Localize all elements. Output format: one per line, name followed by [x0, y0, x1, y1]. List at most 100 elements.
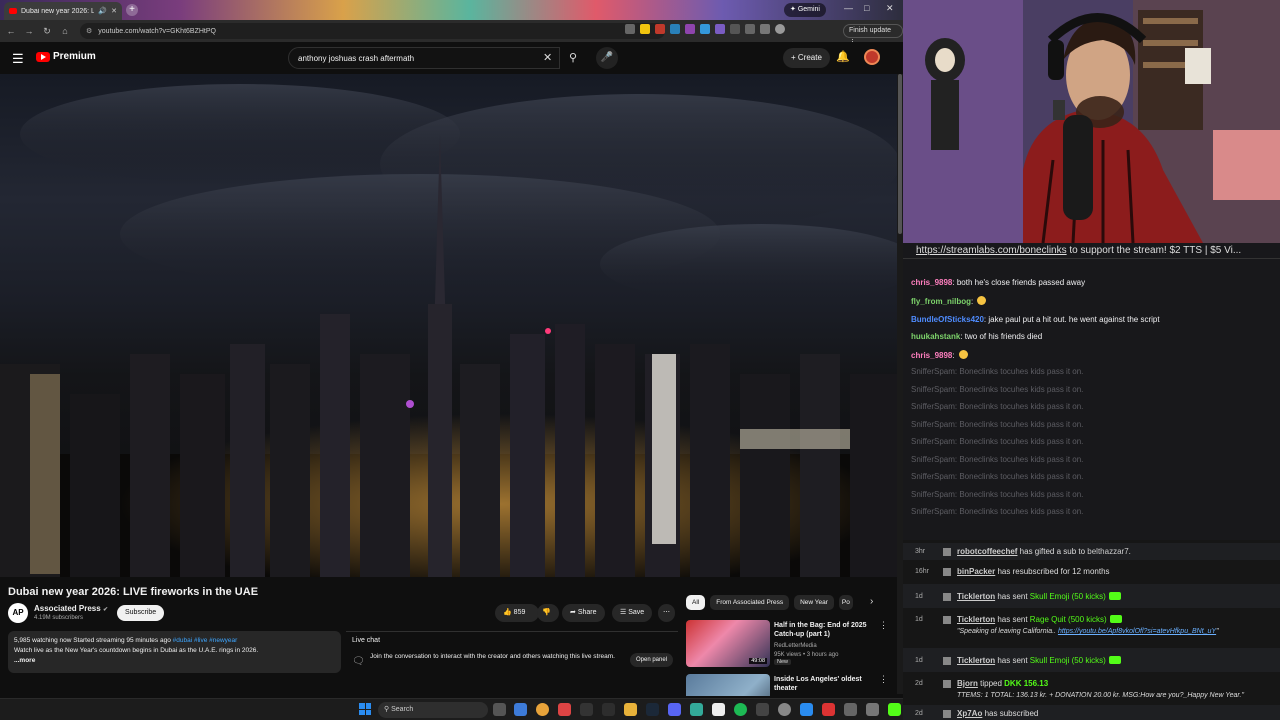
minimize-icon[interactable]: — [844, 3, 853, 13]
extension-icon[interactable] [715, 24, 725, 34]
account-avatar[interactable] [864, 49, 880, 65]
finish-update-button[interactable]: Finish update ⋮ [843, 24, 903, 46]
search-input[interactable] [298, 53, 538, 63]
extension-icon[interactable] [655, 24, 665, 34]
recommendation-item[interactable]: Inside Los Angeles' oldest theater ⋮ [686, 674, 891, 696]
microphone-icon[interactable]: 🎤 [596, 47, 618, 69]
forward-icon[interactable]: → [20, 26, 38, 36]
feed-username[interactable]: robotcoffeechef [957, 547, 1017, 556]
tab-close-icon[interactable]: ✕ [111, 7, 117, 15]
dislike-button[interactable]: 👎 [537, 604, 559, 622]
app-icon[interactable] [866, 703, 879, 716]
extension-icon[interactable] [685, 24, 695, 34]
feed-username[interactable]: Ticklerton [957, 592, 995, 601]
extension-icon[interactable] [700, 24, 710, 34]
terminal-icon[interactable] [602, 703, 615, 716]
open-panel-button[interactable]: Open panel [630, 653, 674, 667]
chat-username[interactable]: huukahstank [911, 332, 960, 341]
puzzle-icon[interactable] [730, 24, 740, 34]
steam-icon[interactable] [646, 703, 659, 716]
chat-username[interactable]: SnifferSpam [911, 507, 955, 516]
feed-username[interactable]: Ticklerton [957, 656, 995, 665]
recommendation-title[interactable]: Inside Los Angeles' oldest theater [774, 675, 874, 693]
share-button[interactable]: ➦ Share [562, 604, 605, 622]
app-icon[interactable] [756, 703, 769, 716]
start-icon[interactable] [359, 703, 371, 715]
feed-username[interactable]: Ticklerton [957, 615, 995, 624]
channel-avatar[interactable]: AP [8, 603, 28, 623]
recommendation-item[interactable]: 49:08 Half in the Bag: End of 2025 Catch… [686, 620, 891, 670]
more-actions-button[interactable]: ⋯ [658, 604, 675, 622]
obs-icon[interactable] [580, 703, 593, 716]
spotify-icon[interactable] [734, 703, 747, 716]
star-icon[interactable] [640, 24, 650, 34]
chat-username[interactable]: BundleOfSticks420 [911, 315, 984, 324]
description-box[interactable]: 5,985 watching now Started streaming 95 … [8, 631, 341, 673]
download-icon[interactable] [745, 24, 755, 34]
notifications-bell-icon[interactable]: 🔔 [836, 50, 850, 63]
more-vert-icon[interactable]: ⋮ [879, 620, 888, 631]
browser-tab[interactable]: Dubai new year 2026: LIVE 🔊 ✕ [4, 2, 122, 20]
chip-from-associated-press[interactable]: From Associated Press [710, 595, 790, 610]
chrome-icon[interactable] [536, 703, 549, 716]
clear-search-icon[interactable]: ✕ [543, 51, 552, 64]
like-button[interactable]: 👍 859 [495, 604, 539, 622]
app-icon[interactable] [844, 703, 857, 716]
taskbar-search[interactable]: ⚲ Search [378, 702, 488, 718]
back-icon[interactable]: ← [2, 26, 20, 36]
create-button[interactable]: + Create [783, 48, 830, 68]
chip-new-year[interactable]: New Year [794, 595, 834, 610]
kick-icon[interactable] [888, 703, 901, 716]
chip-partial[interactable]: Po [838, 595, 853, 610]
chip-all[interactable]: All [686, 595, 706, 610]
menu-icon[interactable]: ☰ [12, 51, 24, 67]
app-icon[interactable] [690, 703, 703, 716]
extension-icon[interactable] [625, 24, 635, 34]
speaker-icon[interactable]: 🔊 [98, 7, 107, 15]
maximize-icon[interactable]: □ [864, 3, 869, 13]
task-view-icon[interactable] [493, 703, 506, 716]
feed-username[interactable]: binPacker [957, 567, 995, 576]
chat-username[interactable]: SnifferSpam [911, 420, 955, 429]
url-field[interactable]: ⚙ youtube.com/watch?v=GKht6BZHtPQ [80, 23, 665, 39]
folder-icon[interactable] [624, 703, 637, 716]
subscribe-button[interactable]: Subscribe [117, 605, 165, 621]
chat-username[interactable]: SnifferSpam [911, 367, 955, 376]
desc-tags[interactable]: #dubai #live #newyear [173, 637, 238, 644]
app-icon[interactable] [822, 703, 835, 716]
discord-icon[interactable] [668, 703, 681, 716]
chat-username[interactable]: SnifferSpam [911, 385, 955, 394]
chat-username[interactable]: SnifferSpam [911, 437, 955, 446]
feed-message-link[interactable]: https://youtu.be/Apf8vkolOfl?si=atevHfkp… [1058, 628, 1216, 635]
chevron-right-icon[interactable]: › [870, 596, 873, 607]
edge-icon[interactable] [514, 703, 527, 716]
app-icon[interactable] [558, 703, 571, 716]
chat-username[interactable]: SnifferSpam [911, 402, 955, 411]
pinned-link[interactable]: https://streamlabs.com/boneclinks [916, 245, 1067, 256]
extension-icon[interactable] [670, 24, 680, 34]
reload-icon[interactable]: ↻ [38, 26, 56, 37]
app-icon[interactable] [800, 703, 813, 716]
sidepanel-icon[interactable] [760, 24, 770, 34]
recommendation-title[interactable]: Half in the Bag: End of 2025 Catch-up (p… [774, 621, 874, 639]
profile-avatar[interactable] [775, 24, 785, 34]
save-button[interactable]: ☰ Save [612, 604, 653, 622]
recommendation-thumbnail[interactable]: 49:08 [686, 620, 770, 667]
more-vert-icon[interactable]: ⋮ [879, 674, 888, 685]
recommendation-channel[interactable]: RedLetterMedia [774, 642, 817, 650]
gemini-button[interactable]: ✦ Gemini [784, 3, 826, 17]
scrollbar-thumb[interactable] [898, 74, 902, 234]
app-icon[interactable] [712, 703, 725, 716]
site-info-icon[interactable]: ⚙ [86, 27, 92, 35]
search-icon[interactable]: ⚲ [562, 47, 584, 69]
chat-username[interactable]: chris_9898 [911, 351, 952, 360]
home-icon[interactable]: ⌂ [56, 26, 74, 36]
new-tab-button[interactable]: + [126, 4, 138, 16]
window-close-icon[interactable]: ✕ [886, 3, 894, 14]
channel-name[interactable]: Associated Press ✔ [34, 604, 108, 613]
feed-username[interactable]: Bjorn [957, 679, 978, 688]
chat-username[interactable]: SnifferSpam [911, 490, 955, 499]
chat-username[interactable]: fly_from_nilbog [911, 297, 971, 306]
app-icon[interactable] [778, 703, 791, 716]
youtube-logo[interactable]: Premium [36, 51, 96, 62]
